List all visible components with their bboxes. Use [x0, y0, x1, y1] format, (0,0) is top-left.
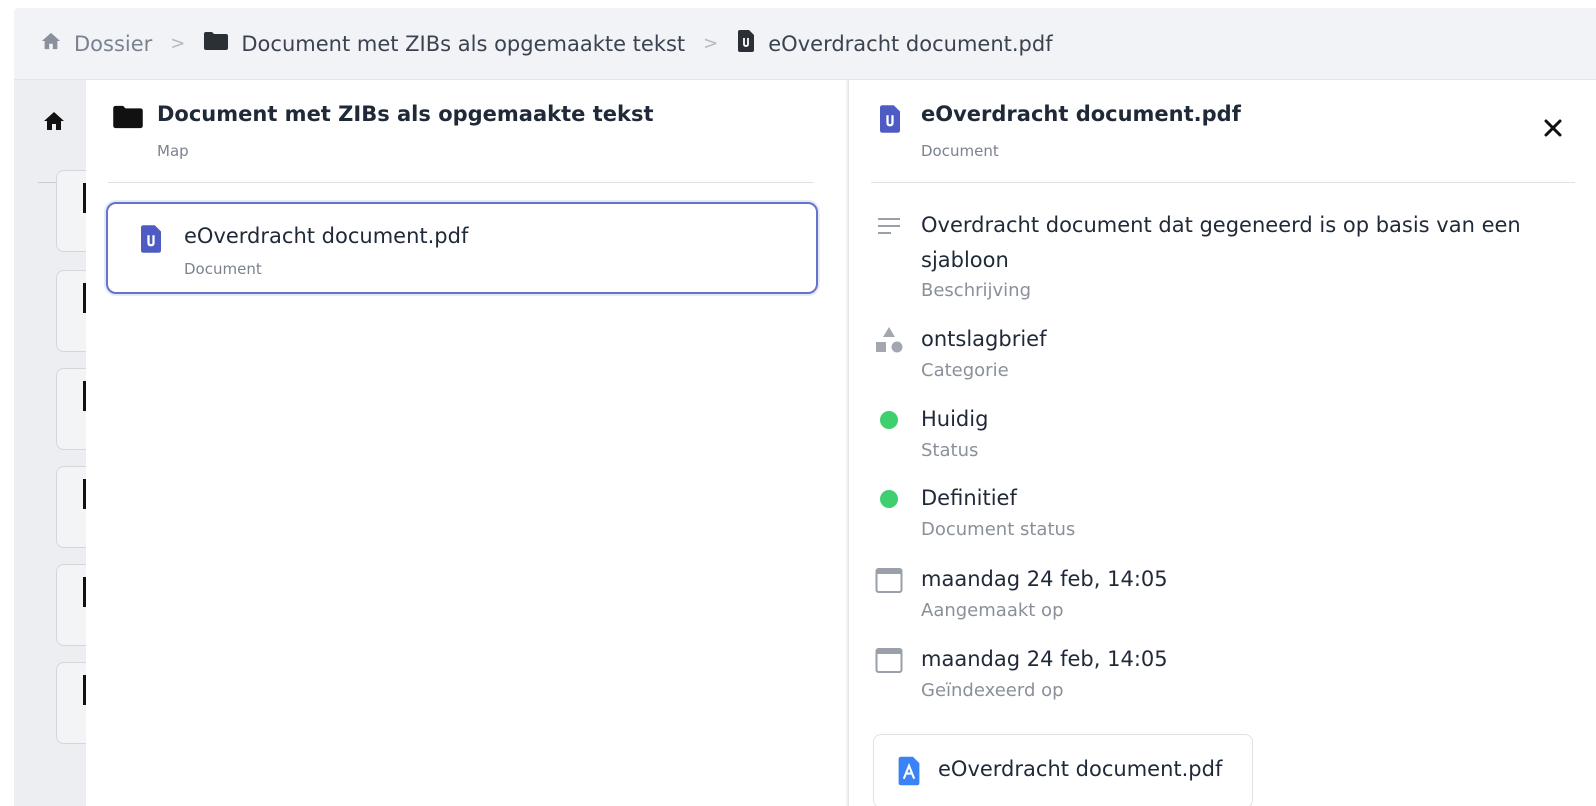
document-attachment-icon	[877, 104, 903, 138]
breadcrumb: Dossier > Document met ZIBs als opgemaak…	[14, 8, 1596, 80]
shapes-icon	[873, 324, 905, 356]
breadcrumb-separator: >	[703, 33, 719, 54]
property-label: Status	[921, 440, 979, 461]
calendar-icon	[873, 564, 905, 596]
home-icon	[40, 31, 62, 56]
home-icon[interactable]	[42, 110, 66, 136]
breadcrumb-dossier-label: Dossier	[74, 31, 153, 56]
property-description: Overdracht document dat gegeneerd is op …	[873, 208, 1533, 308]
calendar-icon	[873, 644, 905, 676]
property-document-status: Definitief Document status	[873, 481, 1533, 551]
close-icon[interactable]	[1539, 114, 1567, 142]
folder-icon	[203, 31, 229, 56]
document-attachment-icon	[138, 224, 164, 258]
left-rail	[14, 80, 96, 806]
divider	[108, 182, 814, 183]
property-label: Document status	[921, 519, 1076, 540]
breadcrumb-separator: >	[170, 33, 186, 54]
property-indexed-at: maandag 24 feb, 14:05 Geïndexeerd op	[873, 642, 1533, 712]
file-download-button[interactable]: eOverdracht document.pdf	[873, 734, 1253, 806]
green-dot-icon	[873, 483, 905, 515]
breadcrumb-folder-label: Document met ZIBs als opgemaakte tekst	[241, 31, 686, 56]
property-label: Categorie	[921, 360, 1009, 381]
breadcrumb-file-label: eOverdracht document.pdf	[768, 31, 1053, 56]
list-item[interactable]: eOverdracht document.pdf Document	[106, 202, 818, 294]
breadcrumb-item-dossier[interactable]: Dossier	[40, 31, 152, 56]
folder-subtitle: Map	[157, 142, 189, 160]
property-value: Huidig	[921, 407, 989, 431]
document-attachment-icon	[736, 29, 756, 58]
file-chip-label: eOverdracht document.pdf	[938, 757, 1223, 781]
text-lines-icon	[873, 210, 905, 242]
folder-panel: Document met ZIBs als opgemaakte tekst M…	[86, 80, 846, 806]
property-value: ontslagbrief	[921, 327, 1047, 351]
divider	[871, 182, 1575, 183]
list-item-title: eOverdracht document.pdf	[184, 224, 469, 248]
property-value: maandag 24 feb, 14:05	[921, 567, 1168, 591]
detail-panel: eOverdracht document.pdf Document Overdr…	[848, 80, 1596, 806]
property-label: Aangemaakt op	[921, 600, 1064, 621]
detail-subtitle: Document	[921, 142, 999, 160]
detail-title: eOverdracht document.pdf	[921, 102, 1241, 126]
folder-title: Document met ZIBs als opgemaakte tekst	[157, 102, 654, 126]
breadcrumb-item-folder[interactable]: Document met ZIBs als opgemaakte tekst	[203, 31, 685, 56]
app-window: Dossier > Document met ZIBs als opgemaak…	[14, 8, 1596, 806]
property-category: ontslagbrief Categorie	[873, 322, 1533, 392]
list-item-subtitle: Document	[184, 260, 262, 278]
property-value: Definitief	[921, 486, 1017, 510]
green-dot-icon	[873, 404, 905, 436]
property-status: Huidig Status	[873, 402, 1533, 472]
breadcrumb-item-file[interactable]: eOverdracht document.pdf	[736, 29, 1053, 58]
property-created-at: maandag 24 feb, 14:05 Aangemaakt op	[873, 562, 1533, 632]
property-label: Geïndexeerd op	[921, 680, 1064, 701]
property-value: Overdracht document dat gegeneerd is op …	[921, 213, 1521, 272]
folder-icon	[112, 104, 144, 134]
property-value: maandag 24 feb, 14:05	[921, 647, 1168, 671]
property-label: Beschrijving	[921, 280, 1031, 301]
pdf-file-icon	[896, 755, 922, 791]
